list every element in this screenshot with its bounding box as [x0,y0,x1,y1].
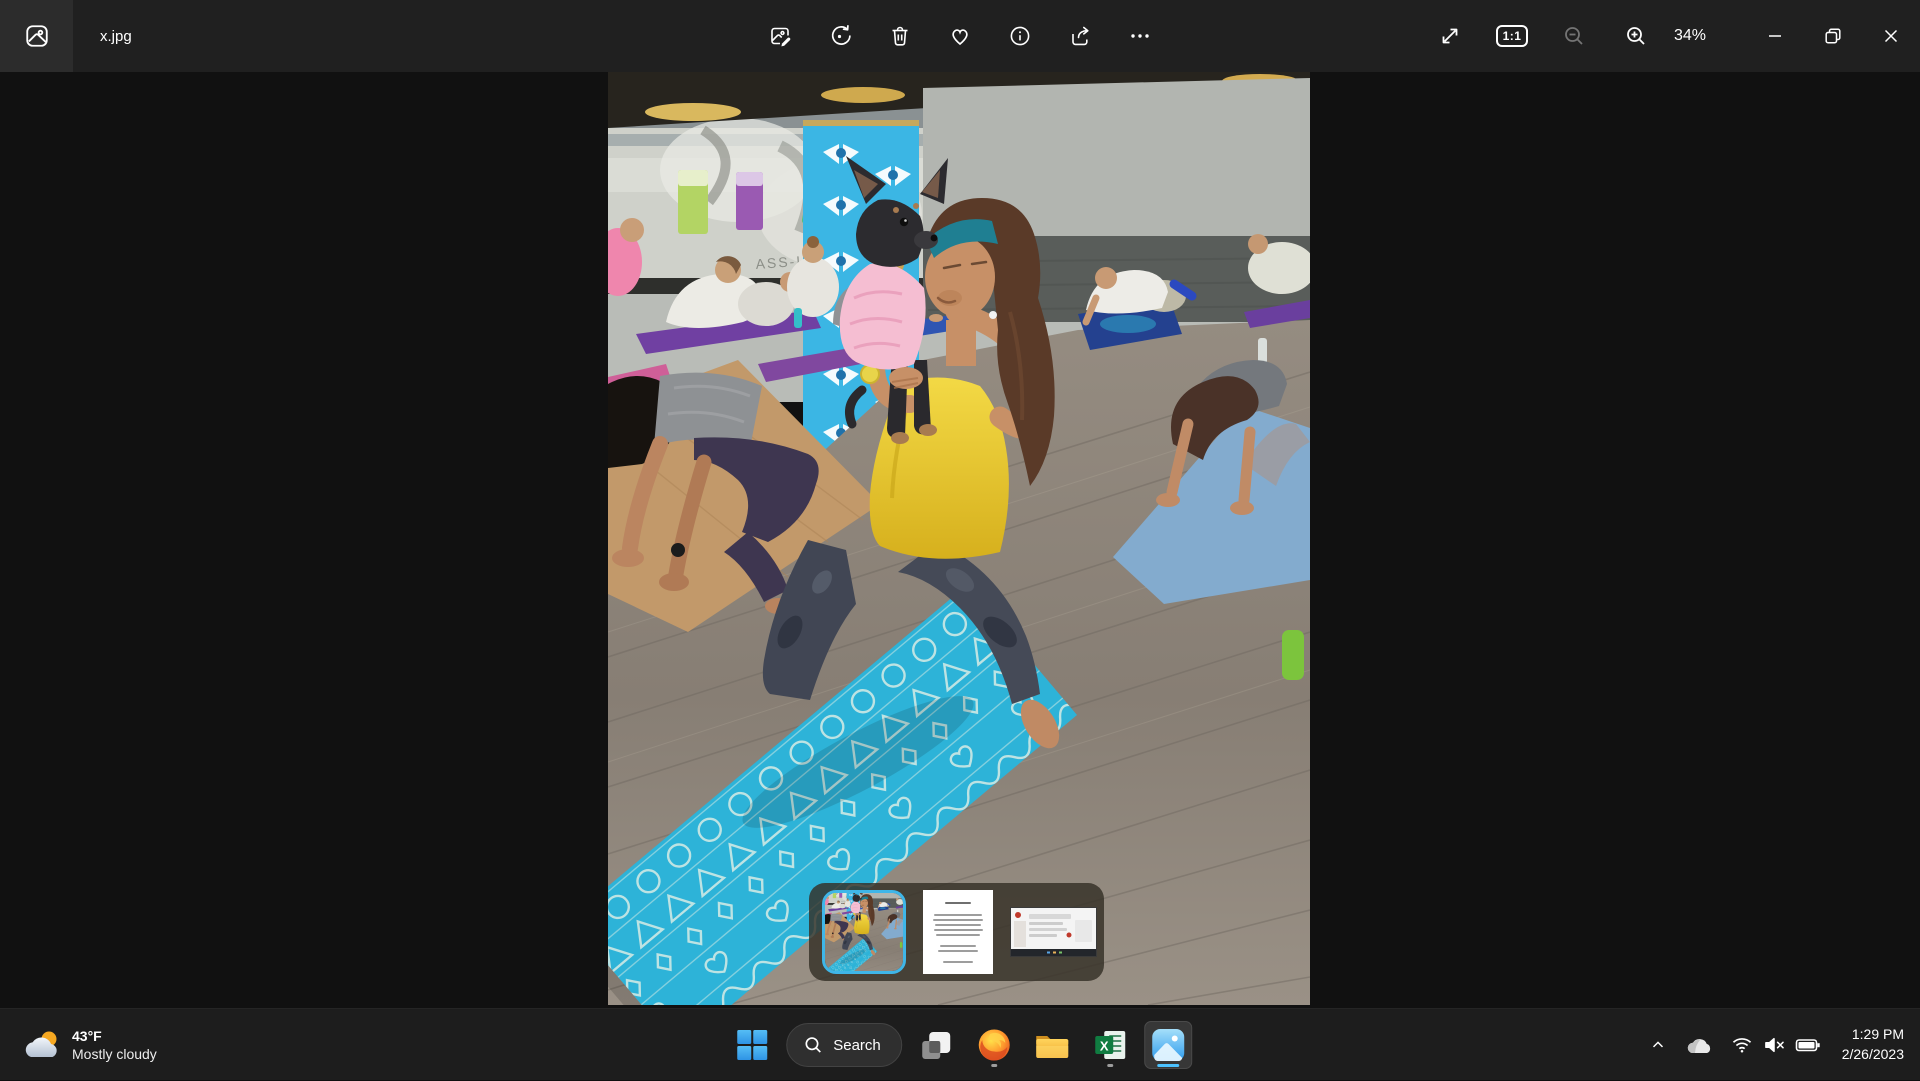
svg-text:X: X [1099,1039,1108,1054]
info-button[interactable] [996,12,1044,60]
search-label: Search [833,1037,881,1054]
filename: x.jpg [100,0,132,72]
photo-toolbar [756,0,1164,72]
filmstrip-thumb-document[interactable] [923,890,993,974]
favorite-button[interactable] [936,12,984,60]
close-button[interactable] [1862,0,1920,72]
chevron-up-icon [1649,1036,1667,1054]
minimize-button[interactable] [1746,0,1804,72]
running-indicator [991,1064,997,1067]
edit-image-button[interactable] [756,12,804,60]
search-icon [803,1035,823,1055]
taskbar: 43°F Mostly cloudy Search [0,1008,1920,1080]
task-view-icon [919,1028,953,1062]
firefox-icon [976,1027,1012,1063]
actual-size-button[interactable]: 1:1 [1488,12,1536,60]
photos-gallery-icon [24,23,50,49]
taskbar-apps: Search [728,1009,1192,1081]
close-icon [1879,24,1903,48]
taskbar-search-box[interactable]: Search [786,1023,902,1067]
volume-muted-icon [1763,1036,1785,1054]
document-line [934,929,983,931]
document-line [934,914,982,916]
wifi-icon [1731,1036,1753,1054]
see-more-icon [1128,24,1152,48]
photo-canvas[interactable] [608,72,1310,1005]
document-line [945,902,971,904]
minimize-icon [1763,24,1787,48]
see-more-button[interactable] [1116,12,1164,60]
photos-app-button[interactable] [0,0,73,72]
document-line [933,919,983,921]
running-indicator [1107,1064,1113,1067]
weather-widget[interactable]: 43°F Mostly cloudy [12,1009,167,1081]
document-line [940,945,976,947]
app-screenshot-thumbnail [1011,908,1096,956]
restore-icon [1821,24,1845,48]
fit-to-window-button[interactable] [1426,12,1474,60]
network-volume-battery-button[interactable] [1724,1023,1828,1067]
document-line [943,961,973,963]
share-button[interactable] [1056,12,1104,60]
heart-icon [947,24,973,48]
weather-text: 43°F Mostly cloudy [72,1027,157,1063]
clock[interactable]: 1:29 PM 2/26/2023 [1832,1025,1912,1064]
weather-condition: Mostly cloudy [72,1045,157,1063]
photos-icon [1150,1027,1186,1063]
view-controls: 1:1 [1426,0,1920,72]
tray-time: 1:29 PM [1842,1025,1904,1045]
filmstrip-thumb-current[interactable] [822,890,906,974]
windows-start-icon [735,1028,769,1062]
document-line [936,934,980,936]
firefox-button[interactable] [970,1021,1018,1069]
zoom-in-icon [1624,24,1648,48]
share-icon [1068,24,1092,48]
system-tray: 1:29 PM 2/26/2023 [1642,1009,1912,1081]
task-view-button[interactable] [912,1021,960,1069]
hidden-icons-button[interactable] [1642,1023,1674,1067]
weather-temperature: 43°F [72,1027,157,1045]
zoom-in-button[interactable] [1612,12,1660,60]
rotate-button[interactable] [816,12,864,60]
yoga-photo [608,72,1310,1005]
titlebar: x.jpg [0,0,1920,72]
start-button[interactable] [728,1021,776,1069]
delete-icon [888,24,912,48]
zoom-level: 34% [1674,27,1720,45]
tray-date: 2/26/2023 [1842,1045,1904,1065]
fit-to-window-icon [1438,24,1462,48]
zoom-out-icon [1562,24,1586,48]
yoga-photo-thumbnail [825,893,903,971]
file-explorer-button[interactable] [1028,1021,1076,1069]
info-icon [1008,24,1032,48]
filmstrip-thumb-screenshot[interactable] [1010,907,1097,957]
document-line [938,950,978,952]
zoom-out-button[interactable] [1550,12,1598,60]
active-indicator [1157,1064,1179,1067]
document-line [935,924,981,926]
excel-icon: X [1093,1028,1127,1062]
delete-button[interactable] [876,12,924,60]
actual-size-label: 1:1 [1496,25,1529,47]
excel-button[interactable]: X [1086,1021,1134,1069]
rotate-icon [828,24,852,48]
filmstrip [809,883,1104,981]
onedrive-cloud-icon [1685,1035,1713,1055]
weather-icon [22,1029,62,1061]
battery-icon [1795,1037,1821,1053]
onedrive-button[interactable] [1678,1023,1720,1067]
photos-taskbar-button[interactable] [1144,1021,1192,1069]
file-explorer-icon [1034,1030,1070,1060]
edit-image-icon [768,24,792,48]
restore-button[interactable] [1804,0,1862,72]
